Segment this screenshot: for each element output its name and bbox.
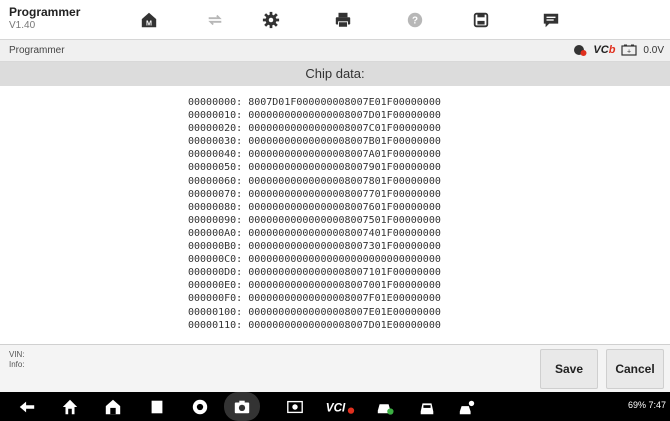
print-icon [335, 12, 351, 28]
chip-data-dump[interactable]: 00000000: 8007D01F000000008007E01F000000… [0, 86, 670, 344]
home-icon: M [141, 12, 157, 27]
message-button[interactable] [518, 0, 584, 40]
svg-text:+: + [627, 49, 631, 56]
back-button[interactable] [12, 392, 42, 421]
display-settings-icon [287, 400, 303, 413]
system-status: 69% 7:47 [627, 400, 666, 410]
car-connected-icon [377, 403, 394, 415]
settings-button[interactable] [238, 0, 304, 40]
hex-dump-line: 00000080: 00000000000000008007601F000000… [188, 201, 441, 213]
app-title: Programmer [9, 5, 81, 19]
display-button[interactable] [280, 392, 310, 421]
recent-apps-button[interactable] [142, 392, 172, 421]
back-arrow-icon [19, 401, 35, 412]
hex-dump-line: 00000010: 00000000000000008007D01F000000… [188, 110, 441, 122]
vehicle-swap-icon [208, 14, 222, 26]
svg-text:?: ? [412, 16, 418, 27]
print-button[interactable] [310, 0, 376, 40]
hex-dump-lines: 00000000: 8007D01F000000008007E01F000000… [188, 96, 441, 332]
svg-text:VCI: VCI [326, 401, 346, 414]
car-icon [420, 402, 434, 414]
browser-icon [192, 399, 208, 414]
hex-dump-line: 000000A0: 00000000000000008007401F000000… [188, 227, 441, 239]
top-toolbar: Programmer V1.40 M ? [0, 0, 670, 40]
chrome-button[interactable] [185, 392, 215, 421]
svg-text:M: M [146, 18, 152, 27]
breadcrumb: Programmer [9, 45, 65, 56]
hex-dump-line: 00000050: 00000000000000008007901F000000… [188, 162, 441, 174]
vci-nav-icon: VCI [326, 401, 355, 414]
globe-disconnected-icon [574, 45, 587, 56]
home-nav-icon [62, 399, 78, 414]
recent-apps-icon [151, 400, 163, 413]
battery-voltage: 0.0V [643, 44, 664, 56]
screenshot-button[interactable] [224, 392, 260, 421]
info-label: Info: [9, 360, 25, 369]
save-toolbar-button[interactable] [448, 0, 514, 40]
battery-icon: + [621, 44, 638, 56]
save-button[interactable]: Save [540, 349, 598, 389]
remote-expert-button[interactable] [452, 392, 482, 421]
vehicle-info: VIN: Info: [9, 350, 25, 370]
hex-dump-line: 000000F0: 00000000000000008007F01E000000… [188, 293, 441, 305]
diag-home-button[interactable] [98, 392, 128, 421]
camera-icon [234, 400, 250, 413]
footer-panel: VIN: Info: Save Cancel [0, 344, 670, 392]
app-title-block: Programmer V1.40 [9, 6, 80, 32]
chip-data-heading: Chip data: [0, 62, 670, 86]
home-nav-button[interactable] [55, 392, 85, 421]
settings-gear-icon [262, 11, 280, 29]
app-version: V1.40 [9, 20, 36, 31]
hex-dump-line: 000000D0: 00000000000000008007101F000000… [188, 267, 441, 279]
help-icon: ? [407, 12, 423, 28]
vehicle-button[interactable] [412, 392, 442, 421]
hex-dump-line: 00000060: 00000000000000008007801F000000… [188, 175, 441, 187]
home-button[interactable]: M [116, 0, 182, 40]
diag-home-icon [105, 399, 121, 414]
cancel-button[interactable]: Cancel [606, 349, 664, 389]
hex-dump-line: 00000090: 00000000000000008007501F000000… [188, 214, 441, 226]
hex-dump-line: 00000100: 00000000000000008007E01E000000… [188, 306, 441, 318]
hex-dump-line: 00000000: 8007D01F000000008007E01F000000… [188, 97, 441, 108]
system-navbar: VCI 69% 7:47 [0, 392, 670, 421]
vci-status: VCb [593, 44, 616, 56]
connection-status: VCb + 0.0V [573, 43, 664, 57]
hex-dump-line: 00000070: 00000000000000008007701F000000… [188, 188, 441, 200]
hex-dump-line: 00000030: 00000000000000008007B01F000000… [188, 136, 441, 148]
help-button[interactable]: ? [382, 0, 448, 40]
hex-dump-line: 00000040: 00000000000000008007A01F000000… [188, 149, 441, 161]
vci-nav-button[interactable]: VCI [322, 392, 362, 421]
message-icon [543, 13, 559, 28]
hex-dump-line: 00000020: 00000000000000008007C01F000000… [188, 123, 441, 135]
hex-dump-line: 000000C0: 000000000000000000000000000000… [188, 254, 441, 266]
sub-header: Programmer VCb + 0.0V [0, 40, 670, 62]
hex-dump-line: 00000110: 00000000000000008007D01E000000… [188, 319, 441, 331]
hex-dump-line: 000000E0: 00000000000000008007001F000000… [188, 280, 441, 292]
save-icon [473, 12, 489, 28]
remote-expert-icon [459, 400, 475, 414]
vehicle-connect-button[interactable] [370, 392, 400, 421]
vin-label: VIN: [9, 350, 25, 359]
hex-dump-line: 000000B0: 00000000000000008007301F000000… [188, 241, 441, 253]
